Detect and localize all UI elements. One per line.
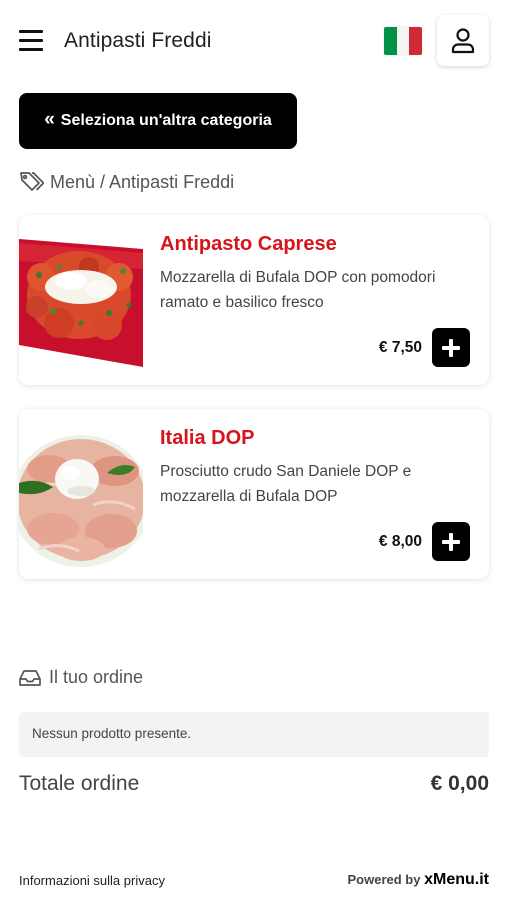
brand-link[interactable]: xMenu.it (424, 871, 489, 888)
add-to-order-button[interactable] (432, 522, 470, 561)
user-account-button[interactable] (437, 15, 489, 66)
prosciutto-mozzarella-photo (19, 409, 143, 579)
caprese-photo (19, 215, 143, 385)
product-card[interactable]: Italia DOP Prosciutto crudo San Daniele … (19, 409, 489, 579)
product-description: Mozzarella di Bufala DOP con pomodori ra… (160, 269, 436, 311)
select-other-category-button[interactable]: « Seleziona un'altra categoria (19, 93, 297, 149)
inbox-tray-icon (19, 669, 41, 686)
app-header: Antipasti Freddi (0, 0, 507, 82)
tags-icon (20, 172, 44, 191)
page-title: Antipasti Freddi (64, 29, 212, 52)
breadcrumb: Menù / Antipasti Freddi (19, 171, 234, 193)
product-name: Antipasto Caprese (160, 233, 337, 255)
product-price: € 8,00 (378, 533, 422, 550)
product-description: Prosciutto crudo San Daniele DOP e mozza… (160, 463, 412, 505)
order-empty-message: Nessun prodotto presente. (19, 712, 489, 757)
plus-icon (442, 338, 460, 357)
product-card[interactable]: Antipasto Caprese Mozzarella di Bufala D… (19, 215, 489, 385)
user-icon (451, 27, 475, 53)
product-name: Italia DOP (160, 427, 255, 449)
category-button-label: Seleziona un'altra categoria (60, 112, 272, 129)
order-total-label: Totale ordine (19, 772, 140, 795)
double-chevron-left-icon: « (44, 108, 55, 130)
add-to-order-button[interactable] (432, 328, 470, 367)
order-heading-text: Il tuo ordine (49, 667, 144, 687)
powered-by-text: Powered by (347, 872, 421, 887)
hamburger-menu-icon[interactable] (19, 30, 43, 52)
italian-flag-icon[interactable] (384, 27, 422, 55)
order-heading: Il tuo ordine (19, 667, 143, 688)
order-total-value: € 0,00 (430, 772, 489, 795)
plus-icon (442, 532, 460, 551)
product-price: € 7,50 (378, 339, 422, 356)
breadcrumb-text: Menù / Antipasti Freddi (50, 171, 235, 192)
privacy-link[interactable]: Informazioni sulla privacy (19, 873, 165, 888)
powered-by: Powered by xMenu.it (348, 871, 489, 889)
